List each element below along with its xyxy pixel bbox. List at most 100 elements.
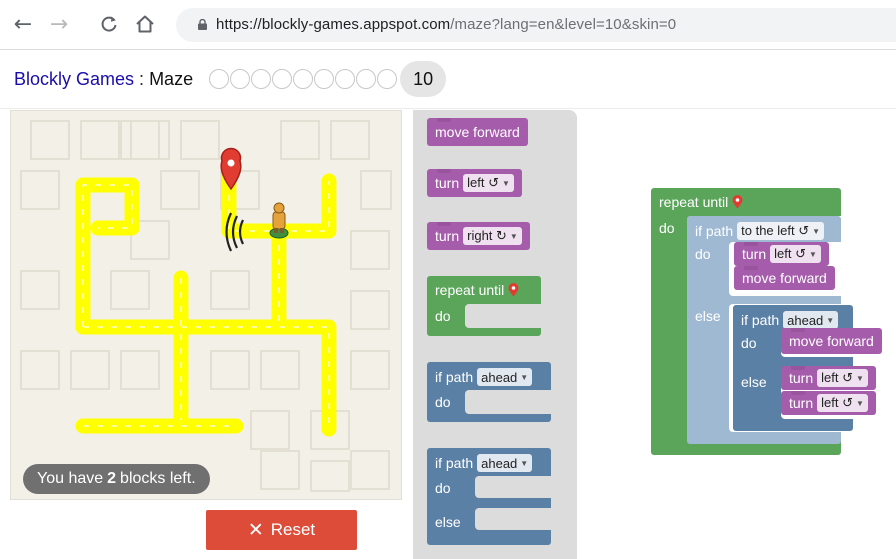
chevron-down-icon: ▼: [808, 249, 817, 259]
dropdown-value: ahead: [787, 312, 824, 328]
level-dot-6[interactable]: [314, 69, 335, 89]
do-label: do: [695, 246, 711, 262]
chevron-down-icon: ▼: [855, 398, 864, 408]
do-label: do: [435, 394, 451, 410]
blocks-left-suffix: blocks left.: [120, 470, 196, 487]
level-dot-3[interactable]: [251, 69, 272, 89]
level-dot-9[interactable]: [377, 69, 398, 89]
forward-arrow-icon[interactable]: →: [45, 10, 73, 38]
chevron-down-icon: ▼: [520, 372, 529, 382]
level-dot-8[interactable]: [356, 69, 377, 89]
toolbox-move-forward-block[interactable]: move forward: [427, 118, 528, 146]
else-label: else: [435, 514, 461, 530]
do-label: do: [659, 220, 675, 236]
turn-direction-dropdown[interactable]: left ↺ ▼: [817, 369, 868, 387]
chevron-down-icon: ▼: [812, 226, 821, 236]
current-level-badge[interactable]: 10: [400, 61, 447, 97]
move-forward-block[interactable]: move forward: [734, 266, 835, 290]
block-header: repeat until: [659, 194, 743, 210]
level-dot-7[interactable]: [335, 69, 356, 89]
blocks-left-prefix: You have: [37, 470, 104, 487]
address-bar[interactable]: https://blockly-games.appspot.com/maze?l…: [176, 8, 896, 42]
block-label: turn: [435, 175, 460, 191]
page-title: Maze: [149, 68, 194, 89]
else-label: else: [695, 308, 721, 324]
block-header: if path ahead ▼: [741, 311, 839, 329]
blocks-left-notice: You have 2 blocks left.: [23, 464, 210, 494]
title-separator: :: [139, 68, 145, 89]
turn-left-block[interactable]: turn left ↺ ▼: [734, 242, 829, 266]
block-label: if path: [435, 369, 474, 385]
dropdown-value: left ↺: [774, 246, 806, 261]
statement-slot: [465, 390, 551, 414]
block-label: repeat until: [435, 282, 505, 298]
block-label: move forward: [742, 270, 827, 286]
blockly-games-link[interactable]: Blockly Games: [14, 69, 134, 90]
toolbox-if-else-block[interactable]: if path ahead ▼ do else: [427, 448, 551, 545]
back-arrow-icon[interactable]: ←: [9, 10, 37, 38]
block-label: turn: [742, 246, 767, 262]
block-header: if path ahead ▼: [435, 368, 533, 386]
block-label: move forward: [435, 124, 520, 140]
dropdown-value: right ↻: [467, 228, 507, 243]
else-label: else: [741, 374, 767, 390]
block-header: if path to the left ↺ ▼: [695, 222, 825, 240]
path-direction-dropdown[interactable]: to the left ↺ ▼: [737, 222, 825, 240]
do-label: do: [435, 480, 451, 496]
toolbox-repeat-until-block[interactable]: repeat until do: [427, 276, 541, 336]
pegman-icon: [269, 202, 289, 239]
block-header: if path ahead ▼: [435, 454, 533, 472]
path-direction-dropdown[interactable]: ahead ▼: [477, 454, 533, 472]
level-selector: 10: [209, 61, 447, 97]
reload-icon[interactable]: [95, 10, 123, 38]
url-path: /maze?lang=en&level=10&skin=0: [450, 16, 677, 33]
toolbox-turn-right-block[interactable]: turn right ↻ ▼: [427, 222, 530, 250]
block-label: turn: [789, 370, 814, 386]
level-dot-5[interactable]: [293, 69, 314, 89]
turn-direction-dropdown[interactable]: left ↺ ▼: [463, 174, 514, 192]
path-direction-dropdown[interactable]: ahead ▼: [783, 311, 839, 329]
do-label: do: [741, 335, 757, 351]
block-label: turn: [789, 395, 814, 411]
home-icon[interactable]: [131, 10, 159, 38]
dropdown-value: left ↺: [821, 395, 853, 410]
path-direction-dropdown[interactable]: ahead ▼: [477, 368, 533, 386]
move-forward-block[interactable]: move forward: [781, 328, 882, 354]
chevron-down-icon: ▼: [501, 178, 510, 188]
level-dot-1[interactable]: [209, 69, 230, 89]
workspace: repeat until do if path to the left ↺ ▼ d…: [577, 110, 896, 559]
statement-slot: [475, 508, 551, 530]
dropdown-value: left ↺: [821, 370, 853, 385]
url-host: https://blockly-games.appspot.com: [216, 16, 451, 33]
dropdown-value: left ↺: [467, 175, 499, 190]
level-dot-4[interactable]: [272, 69, 293, 89]
turn-direction-dropdown[interactable]: left ↺ ▼: [770, 245, 821, 263]
goal-marker-icon: [732, 195, 743, 209]
reset-button[interactable]: ✕ Reset: [206, 510, 357, 550]
statement-slot: [465, 304, 541, 328]
block-toolbox: move forward turn left ↺ ▼ turn right ↻ ▼ …: [413, 110, 577, 559]
do-label: do: [435, 308, 451, 324]
block-label: repeat until: [659, 194, 729, 210]
home-icon-svg: [136, 15, 154, 33]
block-label: move forward: [789, 333, 874, 349]
block-label: if path: [435, 455, 474, 471]
blocks-left-count: 2: [107, 470, 117, 487]
level-dot-2[interactable]: [230, 69, 251, 89]
title-row: Blockly Games : Maze 10: [14, 60, 447, 98]
chevron-down-icon: ▼: [826, 315, 835, 325]
chevron-down-icon: ▼: [855, 373, 864, 383]
turn-left-block[interactable]: turn left ↺ ▼: [781, 366, 876, 390]
browser-toolbar: ← → https://blockly-games.appspot.com/ma…: [0, 0, 896, 50]
turn-left-block[interactable]: turn left ↺ ▼: [781, 391, 876, 415]
block-header: repeat until: [435, 282, 519, 298]
url-text: https://blockly-games.appspot.com/maze?l…: [216, 16, 676, 33]
close-icon: ✕: [247, 519, 264, 541]
turn-direction-dropdown[interactable]: right ↻ ▼: [463, 227, 522, 245]
dropdown-value: ahead: [481, 455, 518, 471]
toolbox-if-path-block[interactable]: if path ahead ▼ do: [427, 362, 551, 422]
chevron-down-icon: ▼: [509, 231, 518, 241]
turn-direction-dropdown[interactable]: left ↺ ▼: [817, 394, 868, 412]
maze-svg: [20, 120, 392, 492]
toolbox-turn-left-block[interactable]: turn left ↺ ▼: [427, 169, 522, 197]
